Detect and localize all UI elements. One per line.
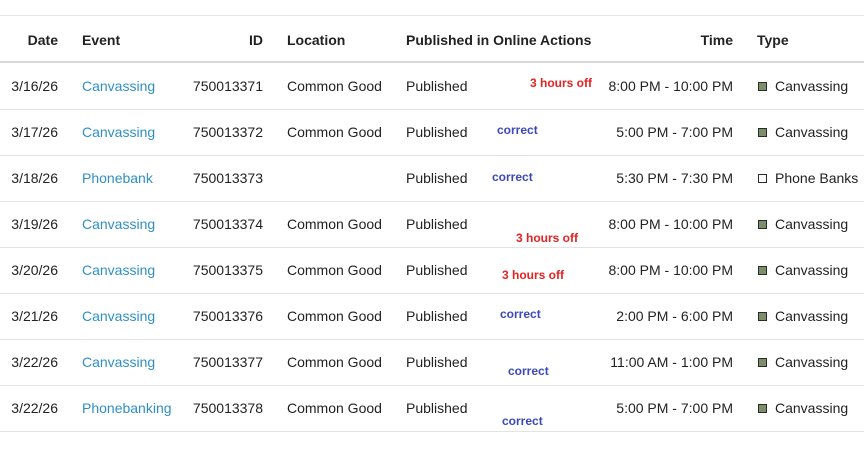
filled-square-icon — [758, 404, 767, 413]
cell-location: Common Good — [287, 308, 382, 324]
event-link[interactable]: Canvassing — [82, 353, 155, 371]
cell-time: 8:00 PM - 10:00 PM — [608, 262, 733, 278]
row-divider — [0, 339, 864, 340]
cell-location: Common Good — [287, 400, 382, 416]
event-link[interactable]: Phonebank — [82, 169, 153, 187]
event-link[interactable]: Canvassing — [82, 215, 155, 233]
event-link[interactable]: Canvassing — [82, 77, 155, 95]
filled-square-icon — [758, 128, 767, 137]
filled-square-icon — [758, 220, 767, 229]
header-id[interactable]: ID — [180, 31, 263, 49]
cell-published: Published — [406, 78, 468, 94]
row-divider — [0, 201, 864, 202]
annotation-note: correct — [500, 307, 541, 321]
event-link[interactable]: Canvassing — [82, 123, 155, 141]
cell-date: 3/18/26 — [11, 170, 58, 186]
cell-id: 750013374 — [192, 216, 263, 232]
row-divider — [0, 385, 864, 386]
header-time[interactable]: Time — [600, 31, 733, 49]
filled-square-icon — [758, 358, 767, 367]
cell-id: 750013378 — [192, 400, 263, 416]
annotation-note: correct — [492, 170, 533, 184]
cell-date: 3/19/26 — [11, 216, 58, 232]
header-type[interactable]: Type — [757, 31, 789, 49]
cell-type: Canvassing — [775, 400, 849, 416]
cell-type: Canvassing — [775, 262, 849, 278]
cell-published: Published — [406, 124, 468, 140]
row-divider — [0, 431, 864, 432]
cell-time: 5:00 PM - 7:00 PM — [616, 124, 733, 140]
cell-id: 750013377 — [192, 354, 263, 370]
annotation-note: 3 hours off — [516, 231, 578, 245]
event-link[interactable]: Canvassing — [82, 307, 155, 325]
cell-published: Published — [406, 216, 468, 232]
cell-location: Common Good — [287, 124, 382, 140]
filled-square-icon — [758, 82, 767, 91]
annotation-note: 3 hours off — [502, 268, 564, 282]
cell-date: 3/20/26 — [11, 262, 58, 278]
annotation-note: correct — [508, 364, 549, 378]
cell-time: 5:30 PM - 7:30 PM — [616, 170, 733, 186]
row-divider — [0, 155, 864, 156]
cell-time: 5:00 PM - 7:00 PM — [616, 400, 733, 416]
cell-time: 11:00 AM - 1:00 PM — [610, 354, 733, 370]
cell-published: Published — [406, 308, 468, 324]
event-link[interactable]: Canvassing — [82, 261, 155, 279]
header-event[interactable]: Event — [82, 31, 120, 49]
cell-type: Canvassing — [775, 216, 849, 232]
header-date[interactable]: Date — [0, 31, 58, 49]
cell-location: Common Good — [287, 262, 382, 278]
cell-type: Canvassing — [775, 78, 849, 94]
cell-published: Published — [406, 262, 468, 278]
cell-id: 750013376 — [192, 308, 263, 324]
cell-published: Published — [406, 170, 468, 186]
annotation-note: 3 hours off — [530, 76, 592, 90]
event-link[interactable]: Phonebanking — [82, 399, 172, 417]
filled-square-icon — [758, 266, 767, 275]
cell-date: 3/21/26 — [11, 308, 58, 324]
cell-published: Published — [406, 354, 468, 370]
header-divider — [0, 61, 864, 63]
cell-published: Published — [406, 400, 468, 416]
cell-time: 8:00 PM - 10:00 PM — [608, 78, 733, 94]
header-published[interactable]: Published in Online Actions — [406, 31, 591, 49]
cell-location: Common Good — [287, 78, 382, 94]
annotation-note: correct — [502, 414, 543, 428]
cell-location: Common Good — [287, 216, 382, 232]
row-divider — [0, 293, 864, 294]
cell-date: 3/22/26 — [11, 354, 58, 370]
cell-date: 3/22/26 — [11, 400, 58, 416]
cell-time: 2:00 PM - 6:00 PM — [616, 308, 733, 324]
cell-id: 750013375 — [192, 262, 263, 278]
header-location[interactable]: Location — [287, 31, 345, 49]
filled-square-icon — [758, 312, 767, 321]
row-divider — [0, 247, 864, 248]
cell-type: Canvassing — [775, 124, 849, 140]
cell-id: 750013373 — [192, 170, 263, 186]
cell-id: 750013371 — [192, 78, 263, 94]
cell-id: 750013372 — [192, 124, 263, 140]
annotation-note: correct — [497, 123, 538, 137]
empty-square-icon — [758, 174, 767, 183]
cell-type: Canvassing — [775, 308, 849, 324]
cell-time: 8:00 PM - 10:00 PM — [608, 216, 733, 232]
cell-location: Common Good — [287, 354, 382, 370]
row-divider — [0, 109, 864, 110]
table-top-border — [0, 15, 864, 16]
cell-type: Canvassing — [775, 354, 849, 370]
cell-date: 3/16/26 — [11, 78, 58, 94]
cell-date: 3/17/26 — [11, 124, 58, 140]
cell-type: Phone Banks — [775, 170, 859, 186]
